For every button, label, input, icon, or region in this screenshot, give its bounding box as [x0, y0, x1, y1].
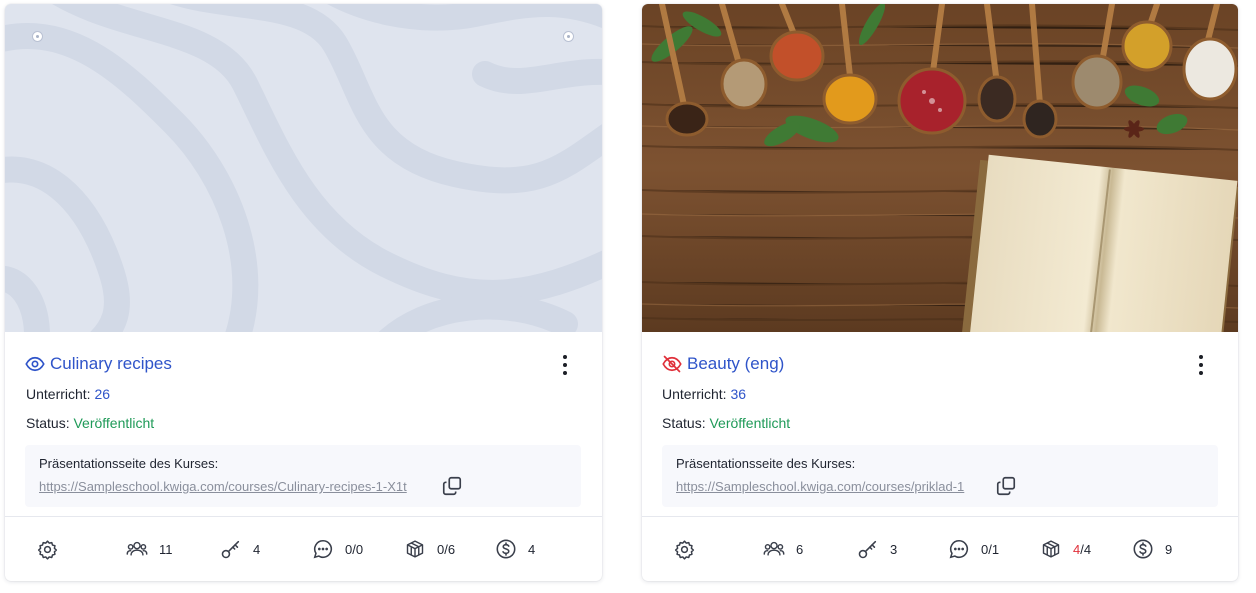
- gear-icon[interactable]: [36, 538, 58, 560]
- copy-link-icon[interactable]: [441, 475, 463, 497]
- course-card: Beauty (eng) Unterricht: 36 Status: Verö…: [642, 4, 1238, 581]
- dollar-circle-icon: [1132, 538, 1154, 560]
- chat-icon: [948, 538, 970, 560]
- cube-icon: [1040, 538, 1062, 560]
- students-count: 6: [796, 541, 804, 557]
- more-options-icon[interactable]: [558, 354, 572, 376]
- course-title[interactable]: Beauty (eng): [687, 354, 784, 374]
- payments-stat[interactable]: 4: [495, 538, 535, 560]
- modules-count: 0/6: [437, 541, 456, 557]
- course-cover-image[interactable]: [642, 4, 1238, 332]
- students-stat[interactable]: 11: [126, 538, 173, 560]
- wave-pattern-image: [5, 4, 602, 332]
- students-count: 11: [159, 541, 173, 557]
- lessons-value: 36: [730, 386, 747, 402]
- lessons-count: Unterricht: 26: [26, 386, 110, 402]
- course-status: Status: Veröffentlicht: [26, 415, 154, 431]
- eye-off-icon[interactable]: [662, 354, 682, 374]
- settings-button[interactable]: [36, 538, 58, 560]
- payments-count: 9: [1165, 541, 1173, 557]
- dollar-circle-icon: [495, 538, 517, 560]
- lessons-count: Unterricht: 36: [662, 386, 746, 402]
- users-icon: [126, 538, 148, 560]
- course-title-row[interactable]: Beauty (eng): [662, 353, 784, 375]
- status-label: Status:: [26, 415, 70, 431]
- settings-button[interactable]: [673, 538, 695, 560]
- presentation-link-box: Präsentationsseite des Kurses: https://S…: [25, 445, 581, 507]
- key-icon: [857, 538, 879, 560]
- access-keys-count: 4: [253, 541, 261, 557]
- status-value: Veröffentlicht: [73, 415, 155, 431]
- access-keys-stat[interactable]: 4: [220, 538, 260, 560]
- presentation-url-link[interactable]: https://Sampleschool.kwiga.com/courses/p…: [676, 479, 986, 494]
- card-divider: [5, 516, 602, 517]
- cube-icon: [404, 538, 426, 560]
- modules-total: /4: [1080, 541, 1092, 557]
- cover-handle-right: [563, 31, 574, 42]
- modules-stat[interactable]: 0/6: [404, 538, 455, 560]
- presentation-url-link[interactable]: https://Sampleschool.kwiga.com/courses/C…: [39, 479, 429, 494]
- comments-stat[interactable]: 0/0: [312, 538, 363, 560]
- lessons-value: 26: [94, 386, 111, 402]
- lessons-label: Unterricht:: [662, 386, 727, 402]
- cover-handle-left: [32, 31, 43, 42]
- modules-stat[interactable]: 4/4: [1040, 538, 1091, 560]
- presentation-link-box: Präsentationsseite des Kurses: https://S…: [662, 445, 1218, 507]
- lessons-label: Unterricht:: [26, 386, 91, 402]
- status-label: Status:: [662, 415, 706, 431]
- status-value: Veröffentlicht: [709, 415, 791, 431]
- access-keys-count: 3: [890, 541, 898, 557]
- spices-cookbook-image: [642, 4, 1238, 332]
- course-title-row[interactable]: Culinary recipes: [25, 353, 172, 375]
- copy-link-icon[interactable]: [995, 475, 1017, 497]
- modules-count: 4/4: [1073, 542, 1091, 557]
- payments-count: 4: [528, 541, 536, 557]
- comments-stat[interactable]: 0/1: [948, 538, 999, 560]
- gear-icon[interactable]: [673, 538, 695, 560]
- course-title[interactable]: Culinary recipes: [50, 354, 172, 374]
- access-keys-stat[interactable]: 3: [857, 538, 897, 560]
- course-cover-placeholder[interactable]: [5, 4, 602, 332]
- comments-count: 0/1: [981, 541, 1000, 557]
- key-icon: [220, 538, 242, 560]
- card-divider: [642, 516, 1238, 517]
- users-icon: [763, 538, 785, 560]
- payments-stat[interactable]: 9: [1132, 538, 1172, 560]
- course-status: Status: Veröffentlicht: [662, 415, 790, 431]
- more-options-icon[interactable]: [1194, 354, 1208, 376]
- students-stat[interactable]: 6: [763, 538, 803, 560]
- eye-icon[interactable]: [25, 354, 45, 374]
- presentation-label: Präsentationsseite des Kurses:: [676, 456, 856, 471]
- comments-count: 0/0: [345, 541, 364, 557]
- presentation-label: Präsentationsseite des Kurses:: [39, 456, 219, 471]
- course-card: Culinary recipes Unterricht: 26 Status: …: [5, 4, 602, 581]
- chat-icon: [312, 538, 334, 560]
